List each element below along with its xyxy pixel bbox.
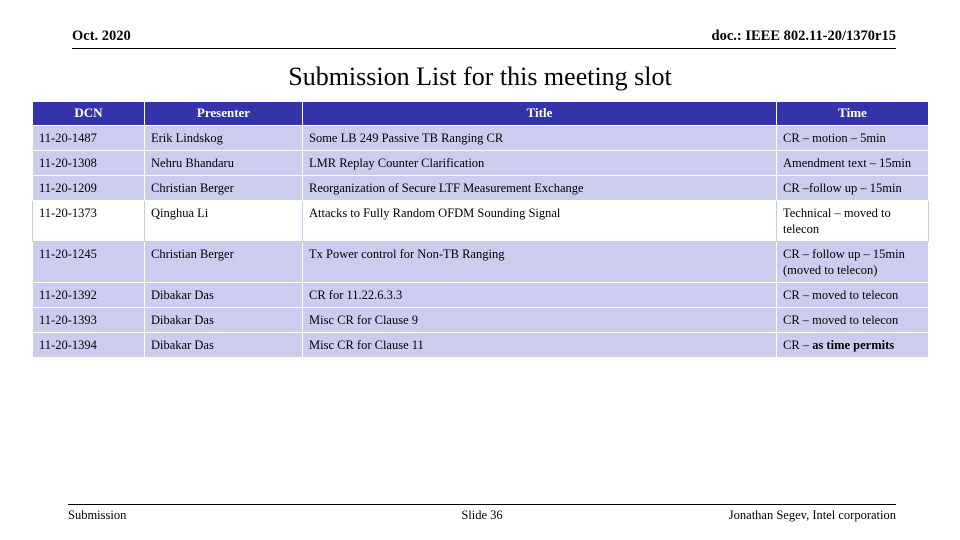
cell-time-prefix: CR – (783, 337, 813, 352)
cell-time: CR – motion – 5min (776, 124, 929, 151)
slide: Oct. 2020 doc.: IEEE 802.11-20/1370r15 S… (0, 0, 960, 540)
table-row: 11-20-1487 Erik Lindskog Some LB 249 Pas… (32, 124, 929, 151)
column-header-title: Title (302, 101, 777, 126)
cell-dcn: 11-20-1487 (32, 124, 145, 151)
cell-presenter: Dibakar Das (144, 281, 303, 308)
cell-time: CR – moved to telecon (776, 281, 929, 308)
cell-title: LMR Replay Counter Clarification (302, 149, 777, 176)
cell-time: CR –follow up – 15min (776, 174, 929, 201)
table-row: 11-20-1308 Nehru Bhandaru LMR Replay Cou… (32, 149, 929, 176)
column-header-dcn: DCN (32, 101, 145, 126)
cell-dcn: 11-20-1209 (32, 174, 145, 201)
cell-title: Misc CR for Clause 11 (302, 331, 777, 358)
table-row: 11-20-1393 Dibakar Das Misc CR for Claus… (32, 306, 929, 333)
slide-header: Oct. 2020 doc.: IEEE 802.11-20/1370r15 (72, 28, 896, 52)
header-divider (72, 48, 896, 49)
header-date: Oct. 2020 (72, 28, 131, 44)
cell-title: Reorganization of Secure LTF Measurement… (302, 174, 777, 201)
header-doc-id: doc.: IEEE 802.11-20/1370r15 (711, 28, 896, 44)
submission-table-container: DCN Presenter Title Time 11-20-1487 Erik… (32, 101, 929, 358)
cell-presenter: Nehru Bhandaru (144, 149, 303, 176)
cell-dcn: 11-20-1393 (32, 306, 145, 333)
cell-dcn: 11-20-1308 (32, 149, 145, 176)
footer-author: Jonathan Segev, Intel corporation (728, 508, 896, 522)
table-row: 11-20-1373 Qinghua Li Attacks to Fully R… (32, 199, 929, 242)
page-title: Submission List for this meeting slot (288, 62, 672, 91)
cell-presenter: Erik Lindskog (144, 124, 303, 151)
table-header-row: DCN Presenter Title Time (32, 101, 929, 126)
cell-title: Attacks to Fully Random OFDM Sounding Si… (302, 199, 777, 242)
cell-time: CR – moved to telecon (776, 306, 929, 333)
cell-dcn: 11-20-1394 (32, 331, 145, 358)
table-row: 11-20-1245 Christian Berger Tx Power con… (32, 240, 929, 283)
cell-dcn: 11-20-1373 (32, 199, 145, 242)
cell-time: CR – follow up – 15min (moved to telecon… (776, 240, 929, 283)
cell-dcn: 11-20-1392 (32, 281, 145, 308)
cell-presenter: Dibakar Das (144, 306, 303, 333)
column-header-time: Time (776, 101, 929, 126)
slide-footer: Submission Slide 36 Jonathan Segev, Inte… (68, 504, 896, 526)
cell-time-emphasis: as time permits (812, 337, 895, 352)
cell-title: CR for 11.22.6.3.3 (302, 281, 777, 308)
table-row: 11-20-1392 Dibakar Das CR for 11.22.6.3.… (32, 281, 929, 308)
cell-presenter: Dibakar Das (144, 331, 303, 358)
cell-title: Some LB 249 Passive TB Ranging CR (302, 124, 777, 151)
table-row: 11-20-1209 Christian Berger Reorganizati… (32, 174, 929, 201)
cell-time: Amendment text – 15min (776, 149, 929, 176)
cell-time: Technical – moved to telecon (776, 199, 929, 242)
submission-table: DCN Presenter Title Time 11-20-1487 Erik… (32, 101, 929, 358)
table-row: 11-20-1394 Dibakar Das Misc CR for Claus… (32, 331, 929, 358)
column-header-presenter: Presenter (144, 101, 303, 126)
cell-presenter: Qinghua Li (144, 199, 303, 242)
footer-divider (68, 504, 896, 505)
cell-presenter: Christian Berger (144, 174, 303, 201)
cell-title: Misc CR for Clause 9 (302, 306, 777, 333)
cell-dcn: 11-20-1245 (32, 240, 145, 283)
cell-presenter: Christian Berger (144, 240, 303, 283)
cell-title: Tx Power control for Non-TB Ranging (302, 240, 777, 283)
cell-time: CR – as time permits (776, 331, 929, 358)
